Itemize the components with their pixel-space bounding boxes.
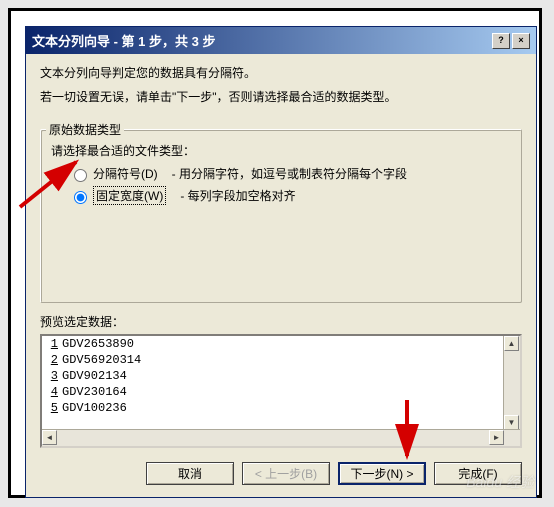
preview-row: 1GDV2653890: [46, 336, 504, 352]
radio-fixedwidth[interactable]: [74, 191, 87, 204]
screenshot-frame: 文本分列向导 - 第 1 步，共 3 步 ? × 文本分列向导判定您的数据具有分…: [8, 8, 542, 498]
dialog-body: 文本分列向导判定您的数据具有分隔符。 若一切设置无误，请单击"下一步"，否则请选…: [26, 54, 536, 497]
scroll-right-icon[interactable]: ►: [489, 430, 504, 445]
radio-delimited-desc: - 用分隔字符，如逗号或制表符分隔每个字段: [172, 165, 407, 182]
radio-delimited-label: 分隔符号(D): [93, 165, 158, 182]
help-icon[interactable]: ?: [492, 33, 510, 49]
preview-box: 1GDV2653890 2GDV56920314 3GDV902134 4GDV…: [40, 334, 522, 448]
vertical-scrollbar[interactable]: ▲ ▼: [503, 336, 520, 430]
intro-line-2: 若一切设置无误，请单击"下一步"，否则请选择最合适的数据类型。: [40, 88, 522, 106]
original-data-type-group: 请选择最合适的文件类型： 分隔符号(D) - 用分隔字符，如逗号或制表符分隔每个…: [40, 129, 522, 303]
preview-row: 4GDV230164: [46, 384, 504, 400]
fieldset-title: 原始数据类型: [46, 121, 124, 138]
radio-fixedwidth-desc: - 每列字段加空格对齐: [180, 187, 295, 204]
horizontal-scrollbar[interactable]: ◄ ►: [42, 429, 520, 446]
radio-fixedwidth-row[interactable]: 固定宽度(W) - 每列字段加空格对齐: [69, 186, 511, 205]
titlebar: 文本分列向导 - 第 1 步，共 3 步 ? ×: [26, 27, 536, 54]
preview-row: 3GDV902134: [46, 368, 504, 384]
next-button[interactable]: 下一步(N) >: [338, 462, 426, 485]
button-row: 取消 < 上一步(B) 下一步(N) > 完成(F): [40, 462, 522, 485]
cancel-button[interactable]: 取消: [146, 462, 234, 485]
preview-label: 预览选定数据：: [40, 313, 522, 330]
preview-row: 2GDV56920314: [46, 352, 504, 368]
radio-delimited-row[interactable]: 分隔符号(D) - 用分隔字符，如逗号或制表符分隔每个字段: [69, 165, 511, 182]
scroll-down-icon[interactable]: ▼: [504, 415, 519, 430]
scroll-left-icon[interactable]: ◄: [42, 430, 57, 445]
preview-row: 5GDV100236: [46, 400, 504, 416]
wizard-dialog: 文本分列向导 - 第 1 步，共 3 步 ? × 文本分列向导判定您的数据具有分…: [25, 26, 537, 498]
intro-line-1: 文本分列向导判定您的数据具有分隔符。: [40, 64, 522, 82]
preview-content: 1GDV2653890 2GDV56920314 3GDV902134 4GDV…: [42, 336, 504, 430]
back-button[interactable]: < 上一步(B): [242, 462, 330, 485]
scroll-up-icon[interactable]: ▲: [504, 336, 519, 351]
choose-file-type-label: 请选择最合适的文件类型：: [51, 142, 511, 159]
finish-button[interactable]: 完成(F): [434, 462, 522, 485]
radio-delimited[interactable]: [74, 169, 87, 182]
titlebar-buttons: ? ×: [492, 33, 530, 49]
radio-fixedwidth-label: 固定宽度(W): [93, 186, 166, 205]
close-icon[interactable]: ×: [512, 33, 530, 49]
dialog-title: 文本分列向导 - 第 1 步，共 3 步: [32, 31, 215, 50]
